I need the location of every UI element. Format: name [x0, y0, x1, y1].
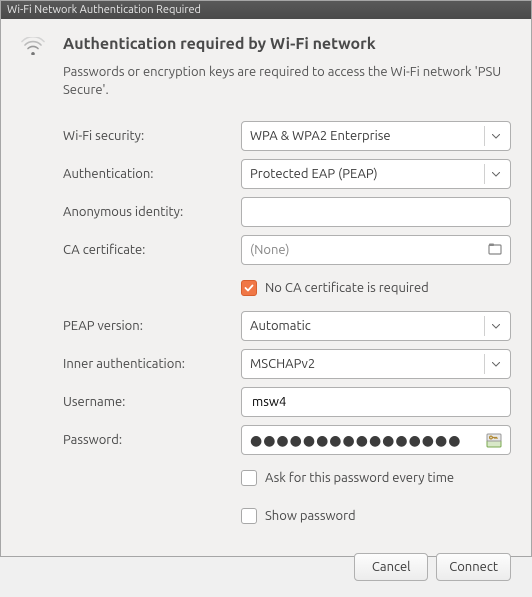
chevron-down-icon	[484, 354, 506, 374]
select-inner-auth[interactable]: MSCHAPv2	[241, 349, 511, 379]
input-password[interactable]: ●●●●●●●●●●●●●●●●	[241, 425, 511, 455]
label-inner-auth: Inner authentication:	[21, 357, 241, 371]
dialog-subtext: Passwords or encryption keys are require…	[63, 63, 511, 99]
dialog-buttons: Cancel Connect	[21, 553, 511, 581]
label-username: Username:	[21, 395, 241, 409]
file-ca-certificate-value: (None)	[250, 243, 289, 257]
select-wifi-security[interactable]: WPA & WPA2 Enterprise	[241, 121, 511, 151]
auth-dialog-window: Wi-Fi Network Authentication Required Au…	[0, 0, 532, 557]
label-show-password: Show password	[265, 509, 356, 523]
file-ca-certificate[interactable]: (None)	[241, 235, 511, 265]
file-open-icon	[488, 242, 502, 259]
label-anonymous-identity: Anonymous identity:	[21, 205, 241, 219]
label-wifi-security: Wi-Fi security:	[21, 129, 241, 143]
checkbox-show-password[interactable]	[241, 508, 257, 524]
select-inner-auth-value: MSCHAPv2	[250, 357, 315, 371]
window-title: Wi-Fi Network Authentication Required	[7, 4, 201, 16]
select-peap-version-value: Automatic	[250, 319, 311, 333]
row-wifi-security: Wi-Fi security: WPA & WPA2 Enterprise	[21, 121, 511, 151]
row-authentication: Authentication: Protected EAP (PEAP)	[21, 159, 511, 189]
dialog-header-text: Authentication required by Wi-Fi network…	[63, 35, 511, 121]
select-authentication[interactable]: Protected EAP (PEAP)	[241, 159, 511, 189]
label-ask-every-time: Ask for this password every time	[265, 471, 454, 485]
row-password: Password: ●●●●●●●●●●●●●●●●	[21, 425, 511, 455]
password-mask: ●●●●●●●●●●●●●●●●	[250, 432, 486, 449]
chevron-down-icon	[484, 316, 506, 336]
window-titlebar: Wi-Fi Network Authentication Required	[1, 1, 531, 19]
input-anonymous-identity[interactable]	[241, 197, 511, 227]
row-ca-certificate: CA certificate: (None)	[21, 235, 511, 265]
anonymous-identity-field[interactable]	[250, 204, 502, 220]
row-peap-version: PEAP version: Automatic	[21, 311, 511, 341]
dialog-heading: Authentication required by Wi-Fi network	[63, 35, 511, 53]
label-authentication: Authentication:	[21, 167, 241, 181]
chevron-down-icon	[484, 164, 506, 184]
row-username: Username:	[21, 387, 511, 417]
wifi-icon	[21, 35, 49, 58]
connect-button[interactable]: Connect	[436, 553, 511, 581]
dialog-header: Authentication required by Wi-Fi network…	[21, 35, 511, 121]
row-anonymous-identity: Anonymous identity:	[21, 197, 511, 227]
auth-form: Wi-Fi security: WPA & WPA2 Enterprise Au…	[21, 121, 511, 581]
row-show-password: Show password	[21, 501, 511, 531]
label-ca-certificate: CA certificate:	[21, 243, 241, 257]
row-no-ca-required: No CA certificate is required	[21, 273, 511, 303]
connect-button-label: Connect	[449, 560, 498, 574]
username-field[interactable]	[250, 394, 502, 410]
chevron-down-icon	[484, 126, 506, 146]
select-authentication-value: Protected EAP (PEAP)	[250, 167, 378, 181]
cancel-button-label: Cancel	[372, 560, 411, 574]
select-wifi-security-value: WPA & WPA2 Enterprise	[250, 129, 391, 143]
label-no-ca-required: No CA certificate is required	[265, 281, 429, 295]
row-ask-every-time: Ask for this password every time	[21, 463, 511, 493]
label-peap-version: PEAP version:	[21, 319, 241, 333]
keyring-icon	[486, 432, 502, 448]
input-username[interactable]	[241, 387, 511, 417]
checkbox-no-ca-required[interactable]	[241, 280, 257, 296]
cancel-button[interactable]: Cancel	[354, 553, 428, 581]
row-inner-auth: Inner authentication: MSCHAPv2	[21, 349, 511, 379]
checkbox-ask-every-time[interactable]	[241, 470, 257, 486]
label-password: Password:	[21, 433, 241, 447]
dialog-content: Authentication required by Wi-Fi network…	[1, 19, 531, 597]
select-peap-version[interactable]: Automatic	[241, 311, 511, 341]
